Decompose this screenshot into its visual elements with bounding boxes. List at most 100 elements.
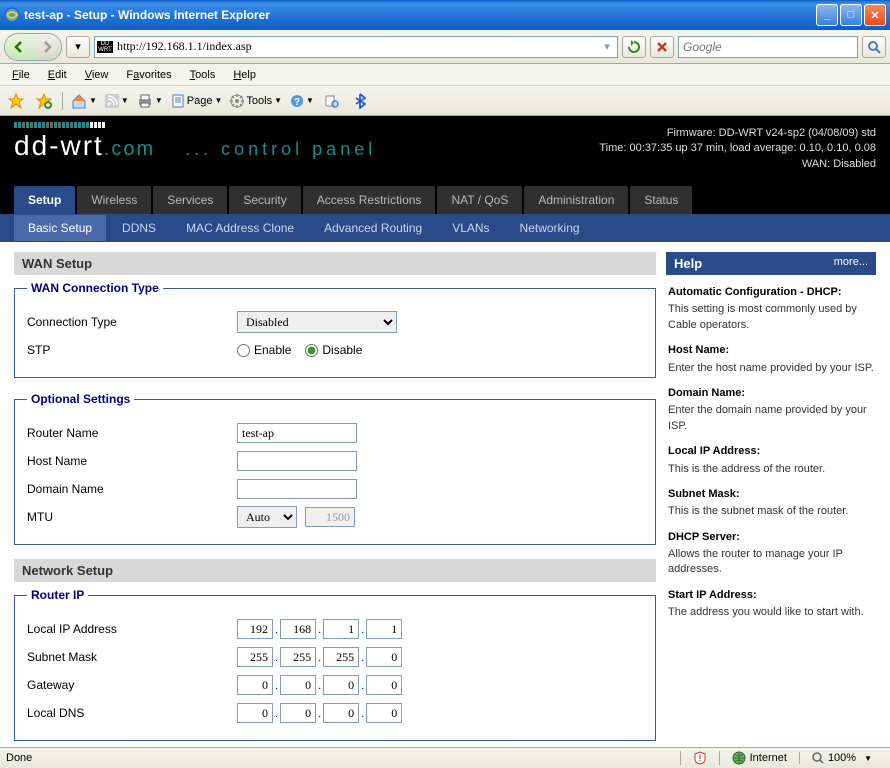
menu-file[interactable]: File xyxy=(4,67,38,83)
add-favorites-icon[interactable] xyxy=(34,91,54,111)
dns-o2[interactable] xyxy=(280,703,316,723)
favorites-star-icon[interactable] xyxy=(6,91,26,111)
address-bar[interactable]: DDWRT ▾ xyxy=(94,36,618,58)
help-button[interactable]: ?▼ xyxy=(290,94,314,108)
subtab-mac-clone[interactable]: MAC Address Clone xyxy=(172,215,308,241)
local-ip-o4[interactable] xyxy=(366,619,402,639)
status-zone[interactable]: Internet xyxy=(719,751,799,765)
connection-type-select[interactable]: Disabled xyxy=(237,311,397,333)
firmware-line: Firmware: DD-WRT v24-sp2 (04/08/09) std xyxy=(599,126,876,141)
research-icon[interactable] xyxy=(322,91,342,111)
back-button[interactable] xyxy=(5,34,33,60)
ddwrt-logo: dd-wrt.com ... control panel xyxy=(14,122,599,178)
stp-disable-radio[interactable]: Disable xyxy=(305,343,362,357)
subnet-o2[interactable] xyxy=(280,647,316,667)
main-tabs: Setup Wireless Services Security Access … xyxy=(0,184,890,214)
gateway-o4[interactable] xyxy=(366,675,402,695)
menu-tools[interactable]: Tools xyxy=(182,67,224,83)
search-box[interactable] xyxy=(678,36,858,58)
domain-name-label: Domain Name xyxy=(27,482,237,496)
search-button[interactable] xyxy=(862,36,886,58)
help-item-title: Start IP Address: xyxy=(668,588,874,603)
tab-setup[interactable]: Setup xyxy=(14,186,75,214)
tab-wireless[interactable]: Wireless xyxy=(77,186,151,214)
feeds-button[interactable]: ▼ xyxy=(105,94,129,108)
close-button[interactable]: ✕ xyxy=(864,4,886,26)
svg-text:?: ? xyxy=(294,97,300,108)
tab-services[interactable]: Services xyxy=(153,186,227,214)
logo-main: dd-wrt xyxy=(14,130,104,161)
subtab-basic-setup[interactable]: Basic Setup xyxy=(14,215,106,241)
url-dropdown[interactable]: ▾ xyxy=(599,40,615,53)
page-menu[interactable]: Page▼ xyxy=(171,94,223,108)
network-setup-header: Network Setup xyxy=(14,559,656,582)
help-item-title: Domain Name: xyxy=(668,386,874,401)
dns-o4[interactable] xyxy=(366,703,402,723)
subnet-o4[interactable] xyxy=(366,647,402,667)
help-item-desc: This setting is most commonly used by Ca… xyxy=(668,302,874,333)
mtu-value-input xyxy=(305,507,355,527)
bluetooth-icon[interactable] xyxy=(350,91,370,111)
dns-o1[interactable] xyxy=(237,703,273,723)
home-button[interactable]: ▼ xyxy=(71,93,97,109)
gateway-o1[interactable] xyxy=(237,675,273,695)
host-name-label: Host Name xyxy=(27,454,237,468)
domain-name-input[interactable] xyxy=(237,479,357,499)
firmware-status: Firmware: DD-WRT v24-sp2 (04/08/09) std … xyxy=(599,122,876,178)
window-titlebar: test-ap - Setup - Windows Internet Explo… xyxy=(0,0,890,30)
connection-type-label: Connection Type xyxy=(27,315,237,329)
url-input[interactable] xyxy=(117,39,599,54)
recent-dropdown[interactable]: ▾ xyxy=(66,36,90,58)
search-input[interactable] xyxy=(683,40,853,54)
status-done: Done xyxy=(6,752,680,764)
tab-status[interactable]: Status xyxy=(630,186,692,214)
help-item-desc: This is the subnet mask of the router. xyxy=(668,504,874,519)
menu-help[interactable]: Help xyxy=(225,67,264,83)
menu-view[interactable]: View xyxy=(77,67,117,83)
tab-security[interactable]: Security xyxy=(229,186,300,214)
router-name-input[interactable] xyxy=(237,423,357,443)
tab-administration[interactable]: Administration xyxy=(524,186,628,214)
uptime-line: Time: 00:37:35 up 37 min, load average: … xyxy=(599,141,876,156)
forward-button[interactable] xyxy=(33,34,61,60)
globe-icon xyxy=(732,751,746,765)
optional-legend: Optional Settings xyxy=(27,392,134,406)
local-ip-o3[interactable] xyxy=(323,619,359,639)
status-bar: Done ! Internet 100%▼ xyxy=(0,747,890,768)
subtab-networking[interactable]: Networking xyxy=(506,215,594,241)
mtu-mode-select[interactable]: Auto xyxy=(237,506,297,528)
subtab-vlans[interactable]: VLANs xyxy=(438,215,503,241)
minimize-button[interactable]: _ xyxy=(816,4,838,26)
wan-line: WAN: Disabled xyxy=(599,157,876,172)
tab-access-restrictions[interactable]: Access Restrictions xyxy=(303,186,436,214)
gateway-o3[interactable] xyxy=(323,675,359,695)
subtab-adv-routing[interactable]: Advanced Routing xyxy=(310,215,436,241)
subtab-ddns[interactable]: DDNS xyxy=(108,215,170,241)
local-ip-o2[interactable] xyxy=(280,619,316,639)
stop-button[interactable] xyxy=(650,36,674,58)
ie-icon xyxy=(4,7,20,23)
help-item-desc: The address you would like to start with… xyxy=(668,605,874,620)
shield-warn-icon: ! xyxy=(693,751,707,765)
help-item-title: DHCP Server: xyxy=(668,530,874,545)
status-zoom[interactable]: 100%▼ xyxy=(799,752,884,764)
stp-enable-radio[interactable]: Enable xyxy=(237,343,291,357)
print-button[interactable]: ▼ xyxy=(137,94,163,108)
local-ip-o1[interactable] xyxy=(237,619,273,639)
tab-nat-qos[interactable]: NAT / QoS xyxy=(437,186,522,214)
maximize-button[interactable]: □ xyxy=(840,4,862,26)
subnet-o3[interactable] xyxy=(323,647,359,667)
menu-edit[interactable]: Edit xyxy=(40,67,75,83)
nav-toolbar: ▾ DDWRT ▾ xyxy=(0,30,890,64)
host-name-input[interactable] xyxy=(237,451,357,471)
menu-favorites[interactable]: Favorites xyxy=(118,67,179,83)
gateway-o2[interactable] xyxy=(280,675,316,695)
refresh-button[interactable] xyxy=(622,36,646,58)
router-ip-legend: Router IP xyxy=(27,588,88,602)
ddwrt-header: dd-wrt.com ... control panel Firmware: D… xyxy=(0,116,890,184)
help-item-desc: This is the address of the router. xyxy=(668,462,874,477)
help-more-link[interactable]: more... xyxy=(834,256,868,271)
dns-o3[interactable] xyxy=(323,703,359,723)
subnet-o1[interactable] xyxy=(237,647,273,667)
tools-menu[interactable]: Tools▼ xyxy=(230,94,282,108)
